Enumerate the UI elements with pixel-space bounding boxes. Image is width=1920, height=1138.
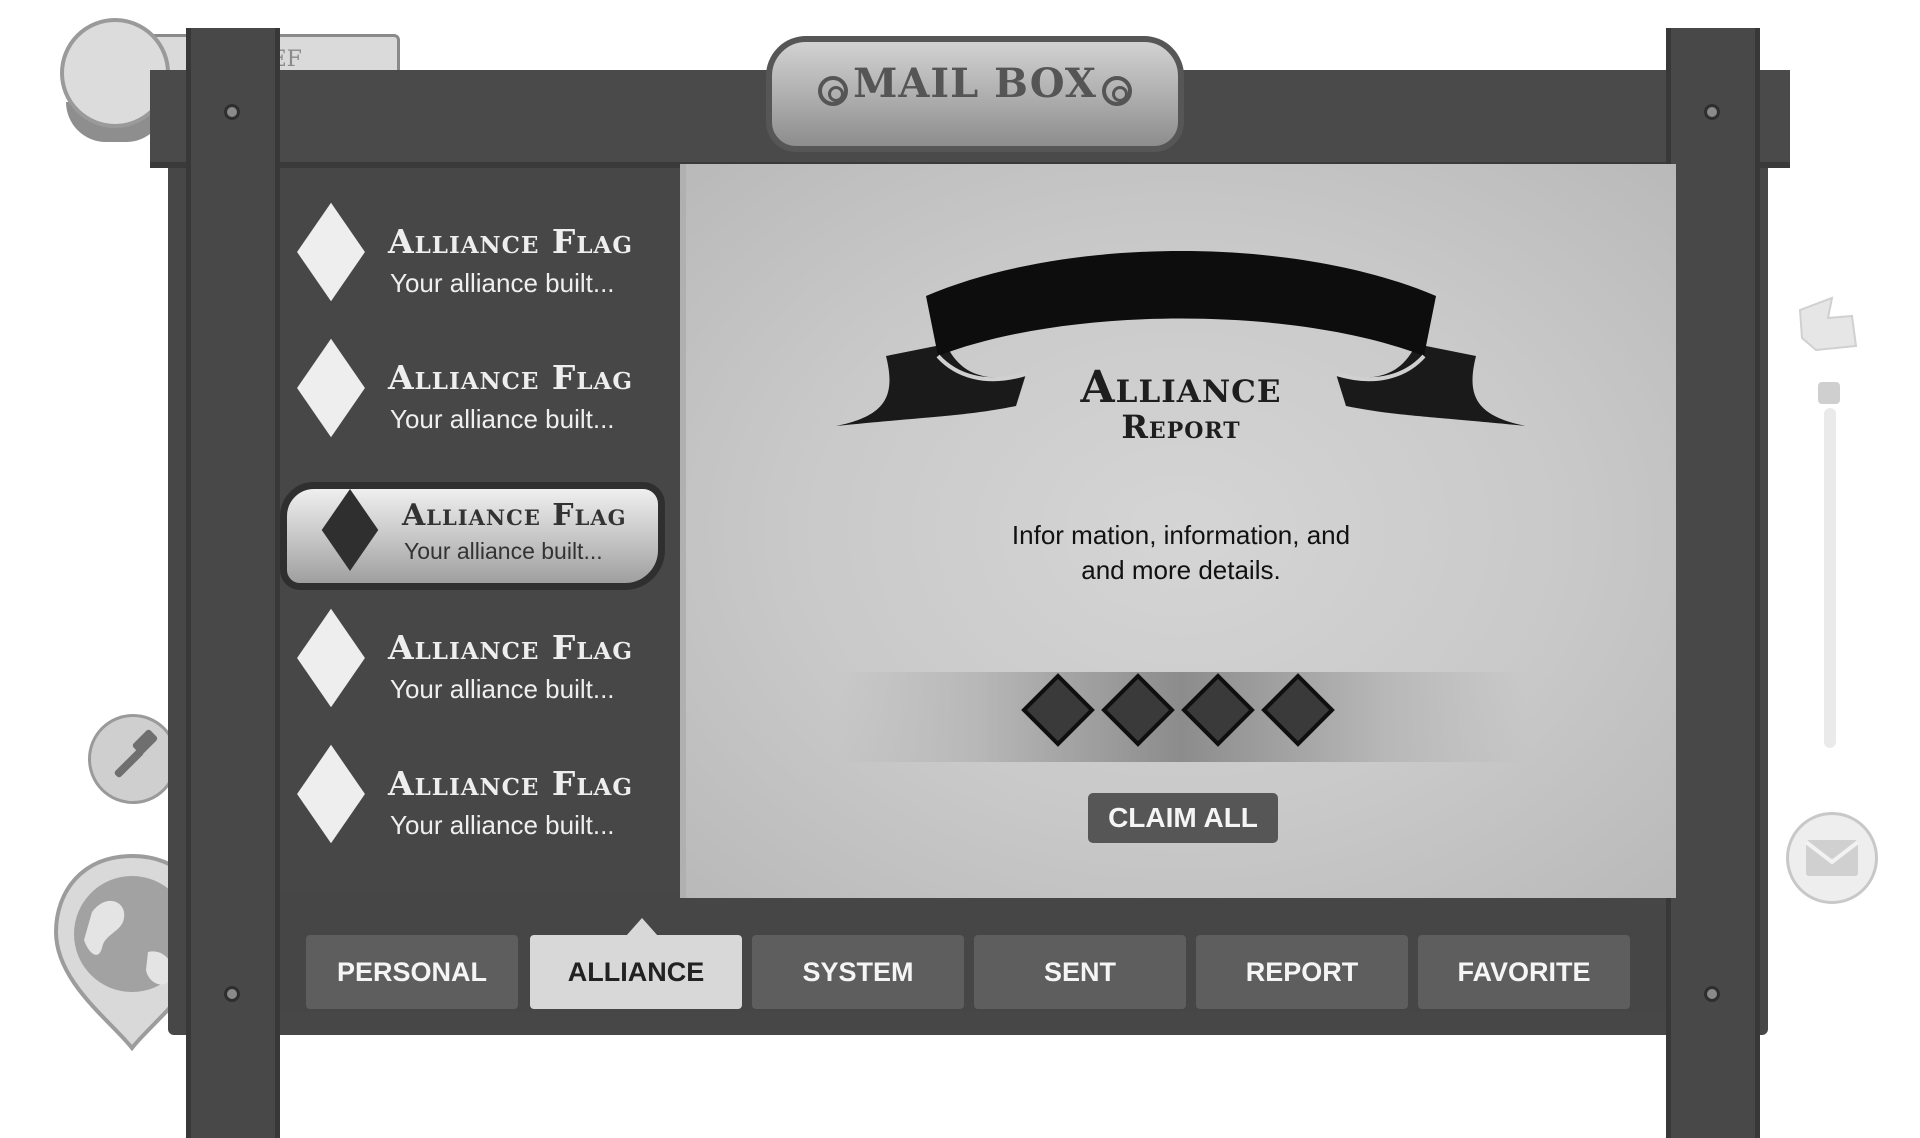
diamond-icon [297,338,365,438]
message-line: Infor mation, information, and [1011,520,1351,550]
report-heading: Alliance [1080,362,1282,413]
diamond-icon [297,608,365,708]
mail-title: Alliance Flag [388,628,633,667]
scroll-track[interactable] [1824,408,1836,748]
window-title: MAIL BOX [853,60,1097,107]
active-tab-pointer [626,918,658,936]
diamond-icon [297,744,365,844]
mail-preview: Your alliance built... [390,404,615,434]
tab-system[interactable]: SYSTEM [752,935,964,1009]
bolt [224,986,240,1002]
category-tabs: PERSONAL ALLIANCE SYSTEM SENT REPORT FAV… [306,935,1636,1011]
mail-title: Alliance Flag [388,222,633,261]
bolt [1704,104,1720,120]
mail-preview: Your alliance built... [390,674,615,704]
side-scrollbar[interactable] [1792,290,1862,760]
right-post [1666,28,1760,1138]
flag-icon [1798,296,1858,352]
mail-list-item[interactable]: Alliance Flag Your alliance built... [290,202,670,320]
left-post [186,28,280,1138]
mail-list-item[interactable]: Alliance Flag Your alliance built... [290,338,670,456]
diamond-icon [297,202,365,302]
mail-list-item[interactable]: Alliance Flag Your alliance built... [290,608,670,726]
report-subheading: Report [1121,408,1241,446]
mail-title: Alliance Flag [402,498,627,533]
message-line: and more details. [1081,555,1281,585]
claim-all-button[interactable]: CLAIM ALL [1088,793,1278,843]
mail-list: Alliance Flag Your alliance built... All… [280,202,680,870]
tab-report[interactable]: REPORT [1196,935,1408,1009]
mail-button[interactable] [1786,812,1878,904]
tab-favorite[interactable]: FAVORITE [1418,935,1630,1009]
mail-preview: Your alliance built... [390,268,615,298]
mail-preview: Your alliance built... [404,538,603,564]
scroll-up-arrow[interactable] [1818,382,1840,404]
tab-sent[interactable]: SENT [974,935,1186,1009]
mail-list-item[interactable]: Alliance Flag Your alliance built... [290,744,670,862]
title-plate: MAIL BOX [752,16,1198,170]
bolt [1704,986,1720,1002]
mail-list-item-selected[interactable]: Alliance Flag Your alliance built... [280,482,670,596]
message-body: Infor mation, information, and and more … [956,518,1406,588]
message-detail-panel: Alliance Report Infor mation, informatio… [680,164,1676,898]
tab-alliance[interactable]: ALLIANCE [530,935,742,1009]
reward-strip [836,672,1526,762]
mail-title: Alliance Flag [388,764,633,803]
tab-personal[interactable]: PERSONAL [306,935,518,1009]
mail-preview: Your alliance built... [390,810,615,840]
envelope-icon [1804,840,1860,876]
mail-title: Alliance Flag [388,358,633,397]
bolt [224,104,240,120]
